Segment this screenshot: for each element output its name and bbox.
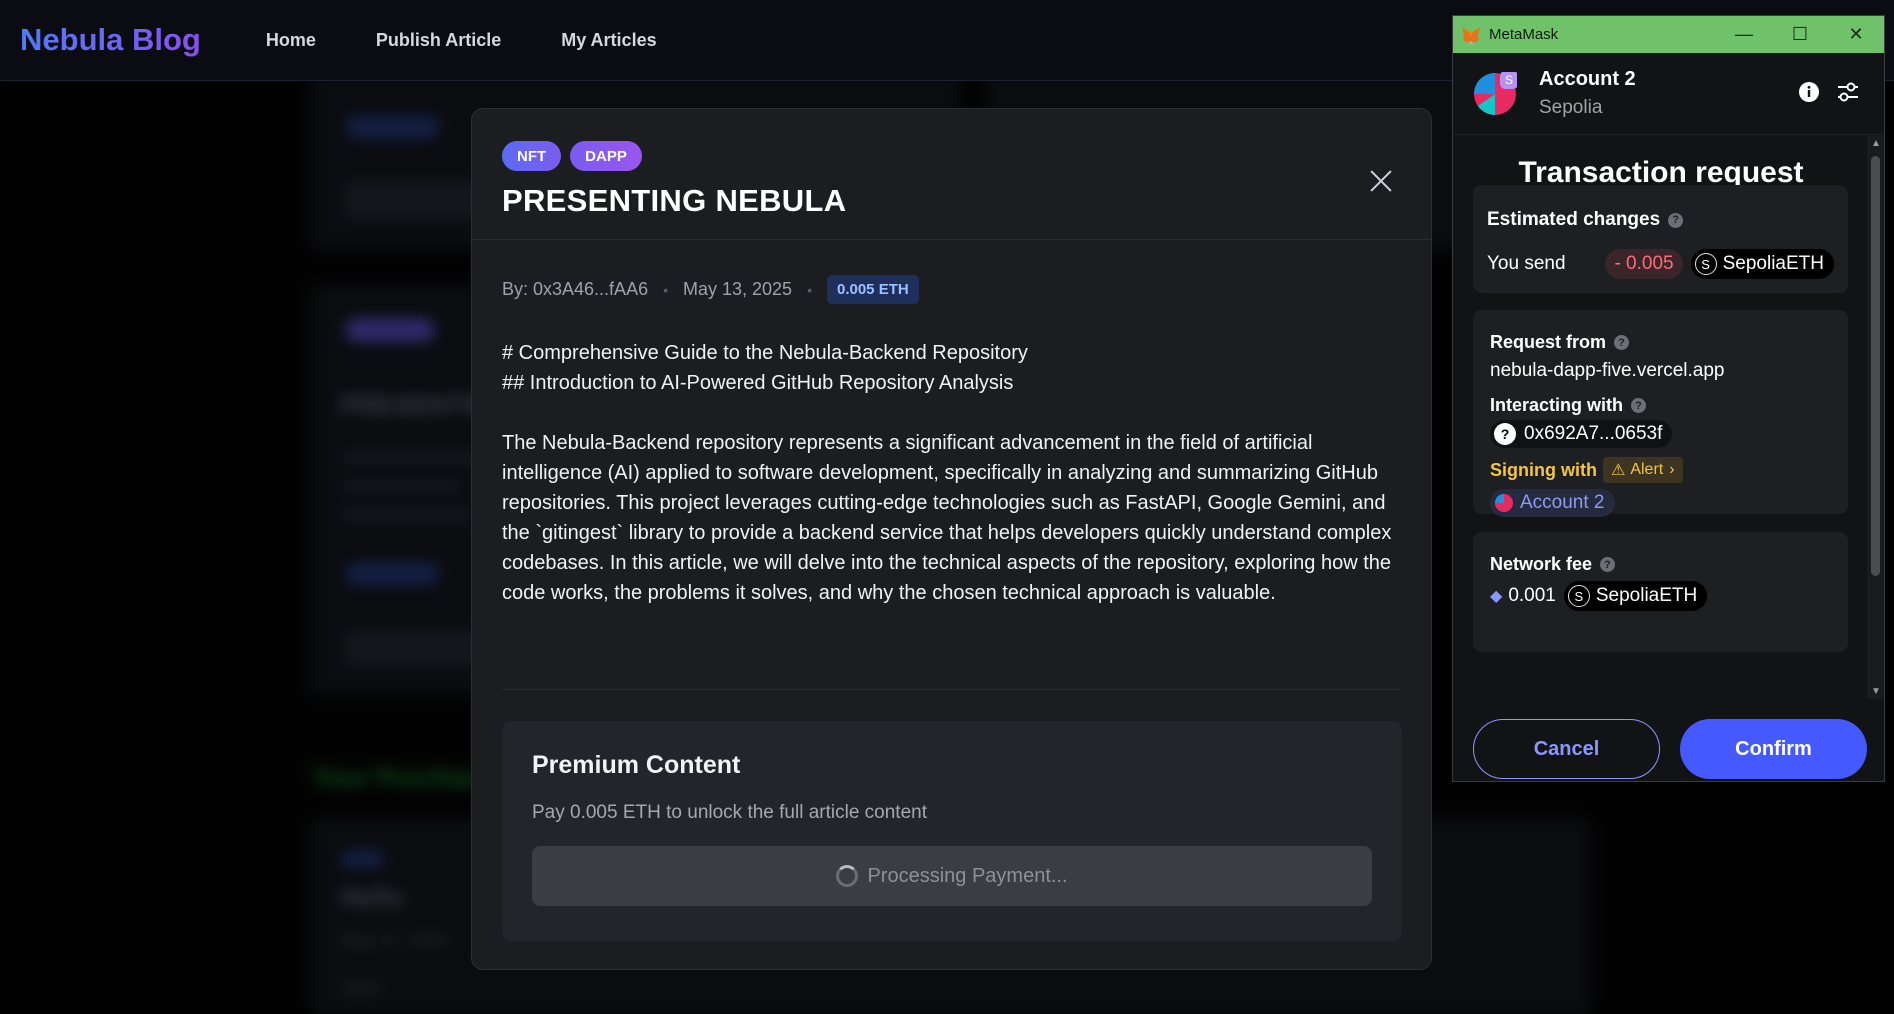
action-footer: Cancel Confirm <box>1453 699 1884 781</box>
modal-header: NFT DAPP PRESENTING NEBULA <box>472 109 1431 240</box>
scroll-down-icon[interactable]: ▼ <box>1871 686 1881 697</box>
main-nav: Home Publish Article My Articles <box>266 30 657 51</box>
window-titlebar: MetaMask — ☐ ✕ <box>1453 16 1884 53</box>
svg-text:S: S <box>1505 73 1513 87</box>
network-fee-value: 0.001 <box>1508 585 1556 606</box>
eth-icon: ◆ <box>1490 588 1503 605</box>
help-icon[interactable]: ? <box>1600 557 1616 572</box>
estimated-changes-label: Estimated changes ? <box>1487 209 1834 231</box>
network-fee-row: ◆ 0.001 S SepoliaETH <box>1490 581 1831 611</box>
warning-icon: ⚠ <box>1610 462 1626 479</box>
fee-token-chip: S SepoliaETH <box>1563 581 1708 611</box>
interacting-row: ? 0x692A7...0653f <box>1490 420 1831 448</box>
publish-date: May 13, 2025 <box>683 279 793 299</box>
you-send-label: You send <box>1487 253 1566 274</box>
account-avatar[interactable]: S <box>1473 70 1518 116</box>
request-from-label: Request from ? <box>1490 332 1831 353</box>
send-amount: - 0.005 <box>1605 249 1683 279</box>
help-icon[interactable]: ? <box>1631 398 1647 413</box>
help-icon[interactable]: ? <box>1668 212 1684 228</box>
request-from-value: nebula-dapp-five.vercel.app <box>1490 360 1725 381</box>
metamask-fox-icon <box>1462 26 1480 44</box>
network-fee-text: Network fee <box>1490 554 1593 574</box>
premium-content-box: Premium Content Pay 0.005 ETH to unlock … <box>502 721 1402 941</box>
price-badge: 0.005 ETH <box>826 275 919 304</box>
token-chip[interactable]: S SepoliaETH <box>1690 249 1834 279</box>
account-header: S Account 2 Sepolia <box>1453 53 1884 135</box>
contract-address: 0x692A7...0653f <box>1524 423 1663 444</box>
account-avatar-icon <box>1495 494 1513 512</box>
scrollbar[interactable]: ▲ ▼ <box>1867 136 1884 699</box>
network-fee-label: Network fee ? <box>1490 554 1831 575</box>
account-name: Account 2 <box>1539 68 1636 90</box>
article-content: # Comprehensive Guide to the Nebula-Back… <box>472 338 1431 608</box>
loading-spinner-icon <box>836 865 859 887</box>
article-meta: By: 0x3A46...fAA6 • May 13, 2025 • 0.005… <box>472 275 1431 304</box>
article-title: PRESENTING NEBULA <box>502 183 847 218</box>
signing-with-label: Signing with <box>1490 459 1597 480</box>
minimize-icon[interactable]: — <box>1716 16 1772 53</box>
request-from-text: Request from <box>1490 332 1607 352</box>
fee-token-name: SepoliaETH <box>1595 585 1698 606</box>
content-paragraph: The Nebula-Backend repository represents… <box>502 432 1392 604</box>
content-heading-1: # Comprehensive Guide to the Nebula-Back… <box>502 342 1028 364</box>
scrollbar-thumb[interactable] <box>1871 156 1880 576</box>
sepolia-token-icon: S <box>1694 253 1717 275</box>
signing-with-row: Signing with ⚠ Alert › <box>1490 457 1831 483</box>
help-icon[interactable]: ? <box>1614 335 1630 350</box>
separator-dot: • <box>663 281 668 298</box>
window-title: MetaMask <box>1489 26 1559 43</box>
window-close-icon[interactable]: ✕ <box>1828 16 1884 53</box>
signing-account-row: Account 2 <box>1490 489 1831 518</box>
pay-button[interactable]: Processing Payment... <box>532 846 1372 906</box>
tag-dapp: DAPP <box>570 141 642 171</box>
nav-publish-article[interactable]: Publish Article <box>376 30 501 51</box>
token-name: SepoliaETH <box>1722 253 1824 274</box>
separator-dot: • <box>807 281 812 298</box>
close-icon[interactable] <box>1367 167 1395 195</box>
nav-home[interactable]: Home <box>266 30 316 51</box>
premium-title: Premium Content <box>532 751 741 779</box>
network-fee-box: Network fee ? ◆ 0.001 S SepoliaETH <box>1473 532 1848 652</box>
alert-chip[interactable]: ⚠ Alert › <box>1602 457 1683 483</box>
sepolia-token-icon: S <box>1567 585 1590 607</box>
alert-label: Alert <box>1630 461 1664 478</box>
interacting-with-text: Interacting with <box>1490 395 1624 415</box>
request-details-box: Request from ? nebula-dapp-five.vercel.a… <box>1473 310 1848 517</box>
brand-logo[interactable]: Nebula Blog <box>20 22 201 58</box>
estimated-changes-text: Estimated changes <box>1487 209 1661 230</box>
divider <box>502 689 1401 690</box>
nav-my-articles[interactable]: My Articles <box>561 30 656 51</box>
pay-button-label: Processing Payment... <box>867 864 1068 887</box>
premium-description: Pay 0.005 ETH to unlock the full article… <box>532 802 927 823</box>
signing-account-name: Account 2 <box>1520 492 1605 513</box>
settings-sliders-icon[interactable] <box>1836 81 1860 103</box>
content-heading-2: ## Introduction to AI-Powered GitHub Rep… <box>502 372 1014 394</box>
maximize-icon[interactable]: ☐ <box>1772 16 1828 53</box>
you-send-row: You send - 0.005 S SepoliaETH <box>1487 249 1834 279</box>
contract-address-chip[interactable]: ? 0x692A7...0653f <box>1490 420 1673 448</box>
cancel-button[interactable]: Cancel <box>1473 719 1660 779</box>
interacting-with-label: Interacting with ? <box>1490 395 1831 416</box>
scroll-up-icon[interactable]: ▲ <box>1871 138 1881 149</box>
account-actions <box>1798 81 1860 103</box>
estimated-changes-box: Estimated changes ? You send - 0.005 S S… <box>1473 185 1848 293</box>
tag-nft: NFT <box>502 141 562 171</box>
confirm-button[interactable]: Confirm <box>1680 719 1867 779</box>
unknown-contract-icon: ? <box>1494 423 1516 445</box>
chevron-right-icon: › <box>1669 461 1675 478</box>
info-icon[interactable] <box>1798 81 1820 103</box>
metamask-window: MetaMask — ☐ ✕ S Account 2 Sepolia Trans… <box>1452 15 1885 782</box>
author: By: 0x3A46...fAA6 <box>502 279 649 299</box>
signing-account-chip[interactable]: Account 2 <box>1490 489 1615 517</box>
network-name: Sepolia <box>1539 97 1603 118</box>
tag-list: NFT DAPP <box>502 141 1401 171</box>
article-modal: NFT DAPP PRESENTING NEBULA By: 0x3A46...… <box>471 108 1432 970</box>
account-info: Account 2 Sepolia <box>1539 68 1636 119</box>
transaction-scroll-area[interactable]: Transaction request Estimated changes ? … <box>1453 136 1869 699</box>
